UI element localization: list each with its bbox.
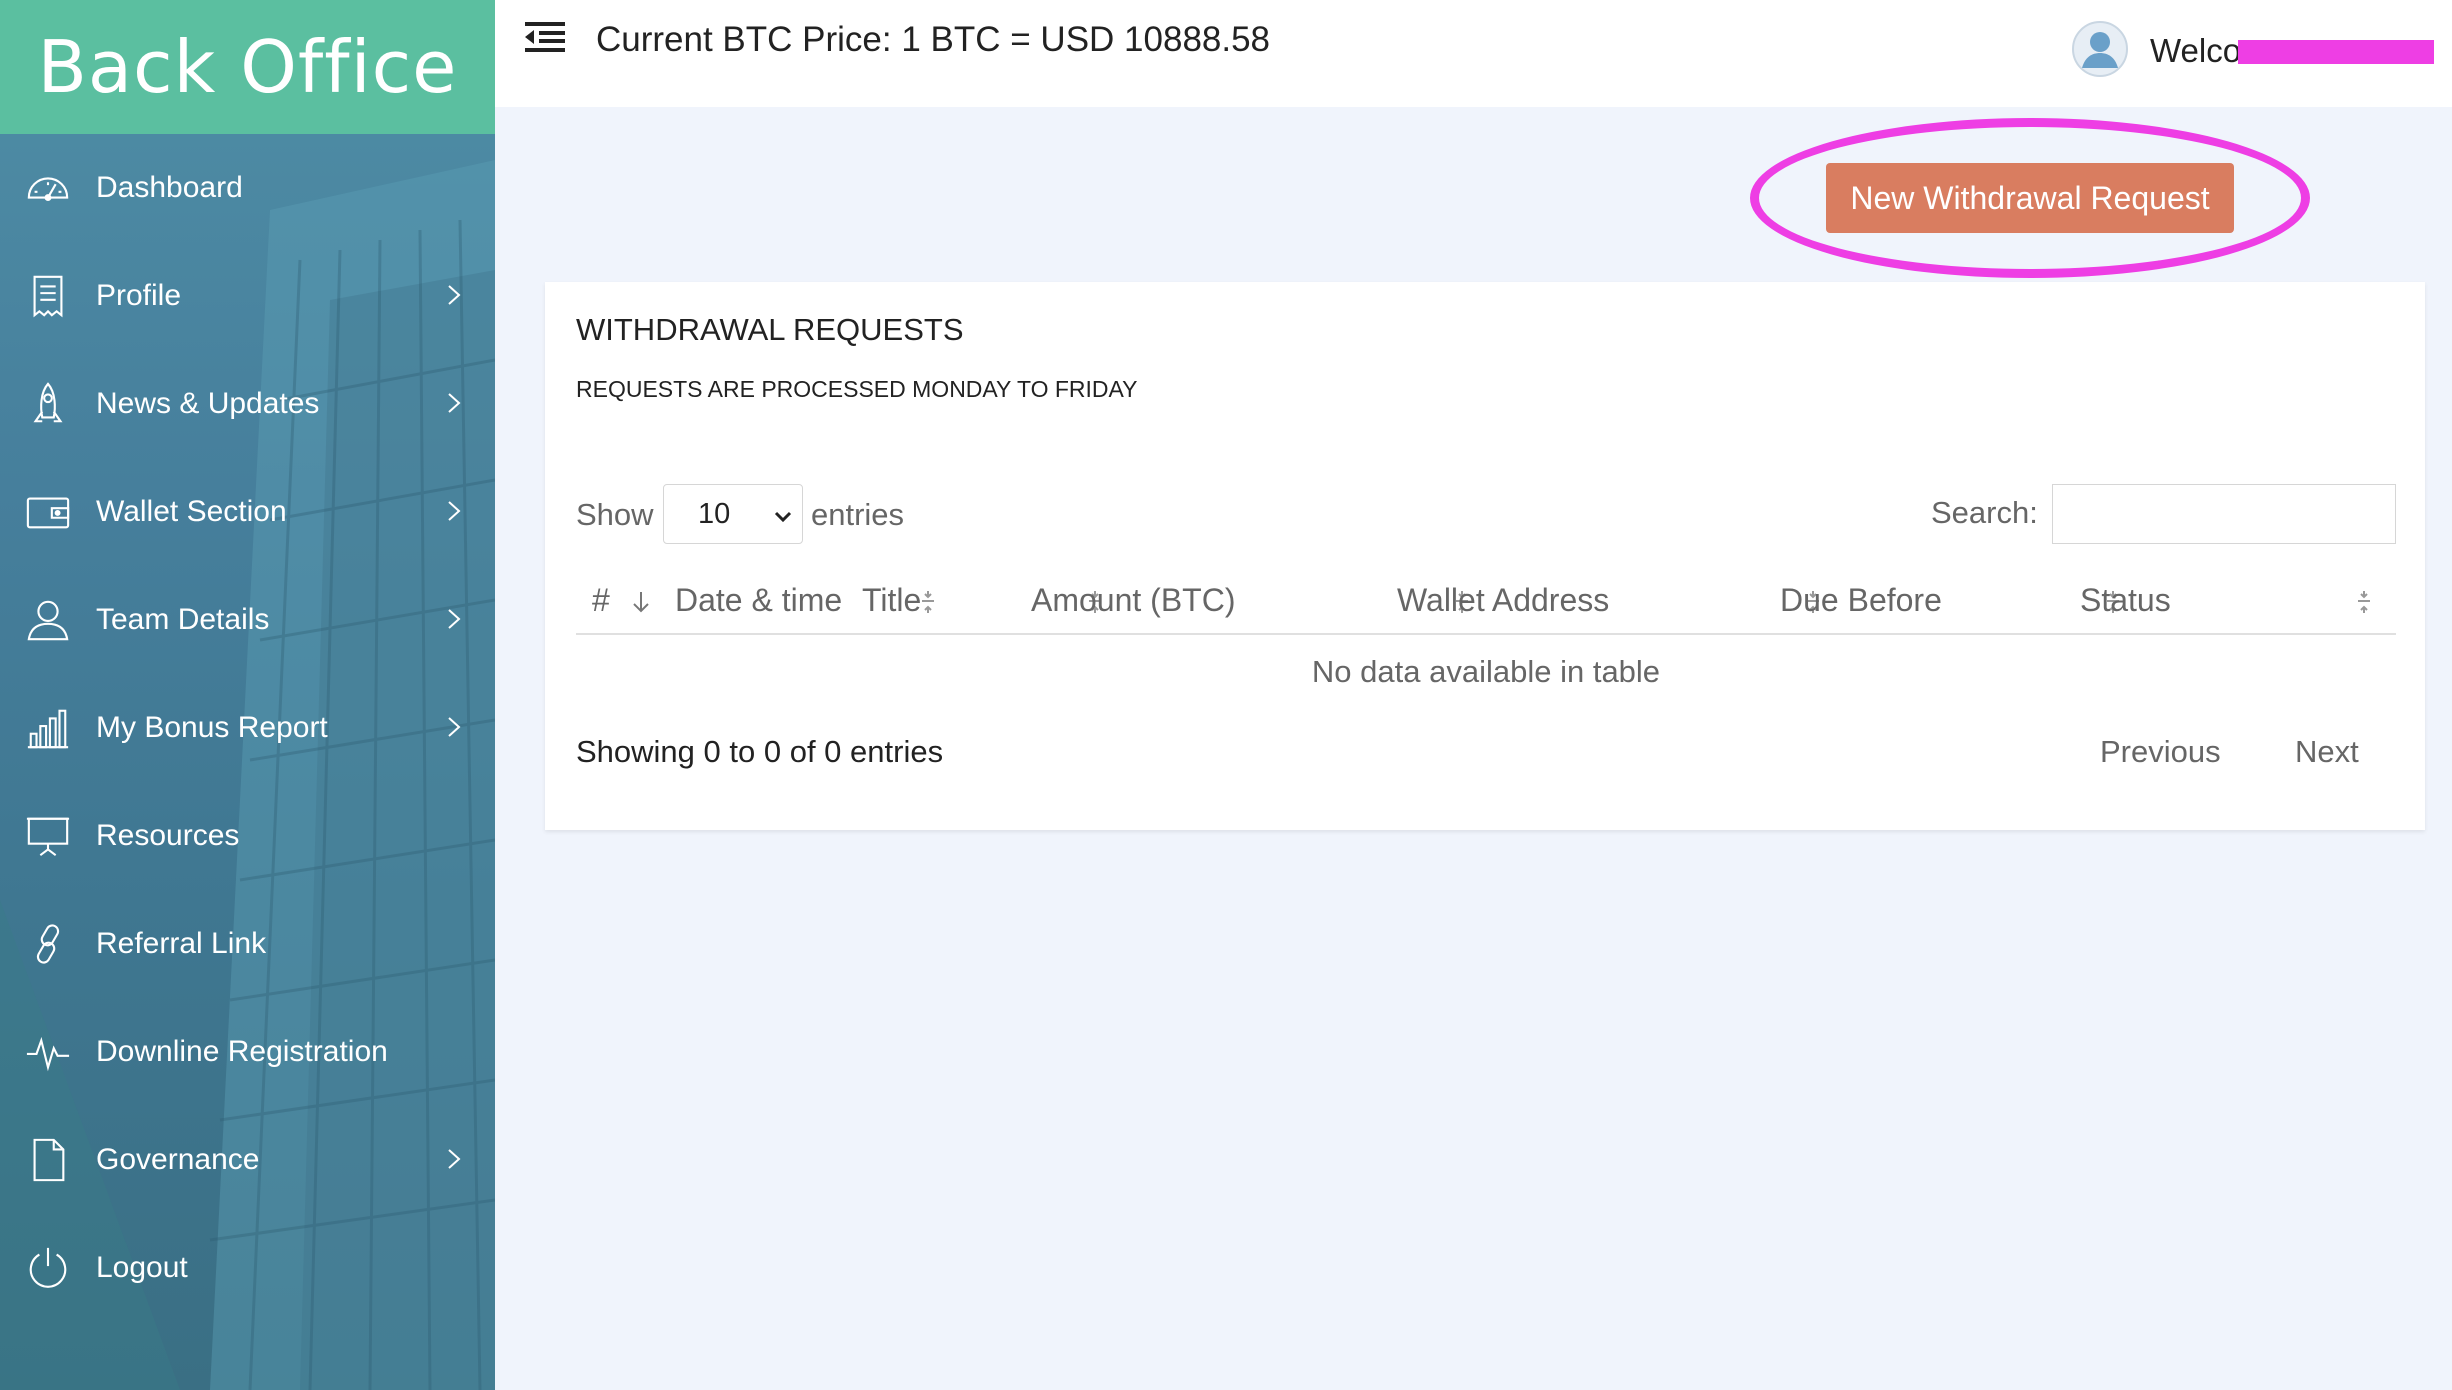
brand-text: Back Office	[37, 25, 458, 109]
sidebar-item-label: Dashboard	[96, 171, 243, 204]
user-icon	[24, 596, 72, 644]
redaction-bar	[2238, 40, 2434, 64]
welcome-text[interactable]: Welco	[2150, 32, 2241, 70]
sidebar-item-wallet-section[interactable]: Wallet Section	[0, 458, 495, 566]
sidebar-item-profile[interactable]: Profile	[0, 242, 495, 350]
sidebar-item-label: Profile	[96, 279, 182, 312]
sidebar-item-label: Wallet Section	[96, 495, 287, 528]
app-window: Back Office Dashboard Profile News & Upd…	[0, 0, 2452, 1390]
receipt-icon	[24, 272, 72, 320]
top-bar: Current BTC Price: 1 BTC = USD 10888.58 …	[495, 0, 2452, 107]
sidebar-item-news-updates[interactable]: News & Updates	[0, 350, 495, 458]
chevron-right-icon	[444, 497, 468, 527]
chevron-right-icon	[444, 605, 468, 635]
sidebar: Back Office Dashboard Profile News & Upd…	[0, 0, 495, 1390]
page-length-select[interactable]: 10	[663, 484, 803, 544]
new-withdrawal-request-button[interactable]: New Withdrawal Request	[1826, 163, 2234, 233]
sidebar-nav: Dashboard Profile News & Updates Wallet …	[0, 134, 495, 1322]
sidebar-item-logout[interactable]: Logout	[0, 1214, 495, 1322]
sidebar-item-my-bonus-report[interactable]: My Bonus Report	[0, 674, 495, 782]
document-icon	[24, 1136, 72, 1184]
column-header-title[interactable]: Title	[862, 565, 921, 635]
sidebar-item-referral-link[interactable]: Referral Link	[0, 890, 495, 998]
sidebar-item-team-details[interactable]: Team Details	[0, 566, 495, 674]
sidebar-item-label: My Bonus Report	[96, 711, 328, 744]
dashboard-gauge-icon	[24, 164, 72, 212]
chevron-right-icon	[444, 281, 468, 311]
sidebar-item-downline-registration[interactable]: Downline Registration	[0, 998, 495, 1106]
power-icon	[24, 1244, 72, 1292]
entries-label: entries	[811, 497, 905, 532]
show-label: Show	[576, 497, 654, 532]
sidebar-item-label: Team Details	[96, 603, 270, 636]
bar-chart-icon	[24, 704, 72, 752]
sidebar-item-label: Referral Link	[96, 927, 267, 960]
sidebar-item-label: Logout	[96, 1251, 188, 1284]
sidebar-item-dashboard[interactable]: Dashboard	[0, 134, 495, 242]
sidebar-item-resources[interactable]: Resources	[0, 782, 495, 890]
table-header: # Date & time Title Amount (BTC) Wallet …	[576, 565, 2396, 635]
chevron-right-icon	[444, 713, 468, 743]
chevron-down-icon	[772, 503, 794, 525]
empty-table-message: No data available in table	[1311, 654, 1661, 689]
sidebar-item-label: News & Updates	[96, 387, 320, 420]
sort-descending-icon	[630, 589, 654, 615]
brand-logo[interactable]: Back Office	[0, 0, 495, 134]
column-header-status[interactable]: Status	[2080, 565, 2171, 635]
menu-toggle-icon[interactable]	[525, 20, 567, 56]
column-header-amount[interactable]: Amount (BTC)	[1031, 565, 1235, 635]
chevron-right-icon	[444, 389, 468, 419]
column-header-number[interactable]: #	[592, 565, 610, 635]
avatar[interactable]	[2071, 20, 2129, 78]
wallet-icon	[24, 488, 72, 536]
table-info: Showing 0 to 0 of 0 entries	[576, 734, 944, 769]
link-icon	[24, 920, 72, 968]
rocket-icon	[24, 380, 72, 428]
card-subtitle: REQUESTS ARE PROCESSED MONDAY TO FRIDAY	[576, 376, 1138, 402]
search-label: Search:	[1931, 495, 2038, 530]
sort-icon	[2353, 589, 2377, 615]
sidebar-item-label: Downline Registration	[96, 1035, 388, 1068]
column-header-wallet-address[interactable]: Wallet Address	[1397, 565, 1609, 635]
chevron-right-icon	[444, 1145, 468, 1175]
presentation-board-icon	[24, 812, 72, 860]
previous-page-button[interactable]: Previous	[2100, 734, 2221, 770]
column-header-date-time[interactable]: Date & time	[675, 565, 842, 635]
search-input[interactable]	[2052, 484, 2396, 544]
withdrawal-requests-card: WITHDRAWAL REQUESTS REQUESTS ARE PROCESS…	[545, 282, 2425, 830]
next-page-button[interactable]: Next	[2295, 734, 2359, 770]
sidebar-item-label: Resources	[96, 819, 240, 852]
column-header-due-before[interactable]: Due Before	[1780, 565, 1942, 635]
sidebar-item-label: Governance	[96, 1143, 260, 1176]
page-length-value: 10	[698, 497, 731, 530]
card-title: WITHDRAWAL REQUESTS	[576, 312, 964, 347]
sidebar-item-governance[interactable]: Governance	[0, 1106, 495, 1214]
pulse-icon	[24, 1028, 72, 1076]
btc-price-text: Current BTC Price: 1 BTC = USD 10888.58	[596, 20, 1271, 59]
